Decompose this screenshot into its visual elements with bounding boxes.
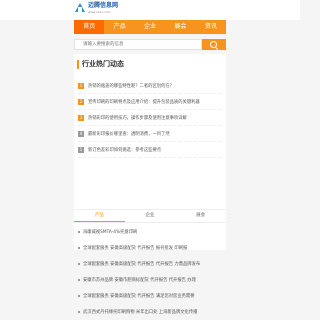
bullet-icon xyxy=(78,311,80,313)
section-title-hot-news: 行业热门动态 xyxy=(77,60,124,69)
list-item[interactable]: 全球配套服务 安徽高级配货 代开报告 满足您对您业务需要 xyxy=(78,288,222,304)
nav-home[interactable]: 首页 xyxy=(74,20,105,34)
search-input[interactable] xyxy=(74,39,202,50)
search-bar xyxy=(74,39,226,50)
list-item-text[interactable]: 安徽市苏州品牌 安徽市肥商标配货 代开报告 代开报告 办理 xyxy=(83,277,196,283)
news-title[interactable]: 新订色差彩印如何挑选：参考这些要点 xyxy=(88,147,161,153)
list-item[interactable]: 武汉西式丹托缘托印刷购物 米年出口处 上海新品牌文化传播 xyxy=(78,304,222,320)
news-item[interactable]: 1 热销的瓶盖的哪些特性呢？二者的区别何在？ xyxy=(78,78,222,94)
bullet-icon xyxy=(78,231,80,233)
news-rank-badge: 4 xyxy=(78,130,84,137)
product-list: 海康威视SMTA-4%托盘印刷 全球配套服务 安徽高级配货 代开报告 报刊批发 … xyxy=(78,224,222,320)
main-nav: 首页 产品 企业 展会 资讯 xyxy=(74,20,226,34)
header: 迈腾信息网 www.xxxx.com xyxy=(0,0,300,20)
news-item[interactable]: 3 热销彩印的使用技巧，操作步骤及使用注意事项详解 xyxy=(78,110,222,126)
list-item-text[interactable]: 武汉西式丹托缘托印刷购物 米年出口处 上海新品牌文化传播 xyxy=(83,309,197,315)
news-title[interactable]: 热销彩印的使用技巧，操作步骤及使用注意事项详解 xyxy=(88,115,187,121)
news-list: 1 热销的瓶盖的哪些特性呢？二者的区别何在？ 2 宣传印刷的印刷特点及应用介绍：… xyxy=(78,78,222,158)
logo-text: 迈腾信息网 www.xxxx.com xyxy=(88,2,118,14)
news-item[interactable]: 2 宣传印刷的印刷特点及应用介绍：提升包装品质的关键利器 xyxy=(78,94,222,110)
news-item[interactable]: 5 新订色差彩印如何挑选：参考这些要点 xyxy=(78,142,222,158)
nav-exhibitions[interactable]: 展会 xyxy=(165,20,195,34)
nav-products[interactable]: 产品 xyxy=(104,20,134,34)
news-rank-badge: 5 xyxy=(78,146,84,153)
news-item[interactable]: 4 最新彩印报价哪里查：透明消费，一目了然 xyxy=(78,126,222,142)
search-icon xyxy=(210,41,217,48)
tab-companies[interactable]: 企业 xyxy=(125,210,176,222)
content-panel: 行业热门动态 1 热销的瓶盖的哪些特性呢？二者的区别何在？ 2 宣传印刷的印刷特… xyxy=(74,54,226,315)
logo-name: 迈腾信息网 xyxy=(88,2,119,9)
news-rank-badge: 2 xyxy=(78,98,84,105)
list-item[interactable]: 海康威视SMTA-4%托盘印刷 xyxy=(78,224,222,240)
list-item[interactable]: 安徽市苏州品牌 安徽市肥商标配货 代开报告 代开报告 办理 xyxy=(78,272,222,288)
bullet-icon xyxy=(78,295,80,297)
logo[interactable]: 迈腾信息网 www.xxxx.com xyxy=(74,2,118,14)
list-item-text[interactable]: 全球配套服务 安徽高级配货 代开报告 报刊批发 印刷报 xyxy=(83,245,187,251)
news-rank-badge: 1 xyxy=(78,82,84,89)
nav-companies[interactable]: 企业 xyxy=(135,20,165,34)
nav-news[interactable]: 资讯 xyxy=(196,20,226,34)
list-item[interactable]: 全球配套服务 安徽高级配货 代开报告 代开报告 力鼎品牌发布 xyxy=(78,256,222,272)
list-item-text[interactable]: 海康威视SMTA-4%托盘印刷 xyxy=(83,229,137,235)
tab-products[interactable]: 产品 xyxy=(74,210,125,222)
logo-url: www.xxxx.com xyxy=(88,10,111,14)
tabs: 产品 企业 展会 xyxy=(74,209,226,223)
list-item-text[interactable]: 全球配套服务 安徽高级配货 代开报告 满足您对您业务需要 xyxy=(83,293,195,299)
news-title[interactable]: 最新彩印报价哪里查：透明消费，一目了然 xyxy=(88,131,170,137)
news-title[interactable]: 热销的瓶盖的哪些特性呢？二者的区别何在？ xyxy=(88,83,174,89)
tab-exhibitions[interactable]: 展会 xyxy=(175,210,226,222)
bullet-icon xyxy=(78,247,80,249)
list-item[interactable]: 全球配套服务 安徽高级配货 代开报告 报刊批发 印刷报 xyxy=(78,240,222,256)
news-rank-badge: 3 xyxy=(78,114,84,121)
news-title[interactable]: 宣传印刷的印刷特点及应用介绍：提升包装品质的关键利器 xyxy=(88,99,200,105)
bullet-icon xyxy=(78,279,80,281)
bullet-icon xyxy=(78,263,80,265)
list-item-text[interactable]: 全球配套服务 安徽高级配货 代开报告 代开报告 力鼎品牌发布 xyxy=(83,261,200,267)
search-button[interactable] xyxy=(202,39,226,50)
logo-icon xyxy=(74,2,85,14)
